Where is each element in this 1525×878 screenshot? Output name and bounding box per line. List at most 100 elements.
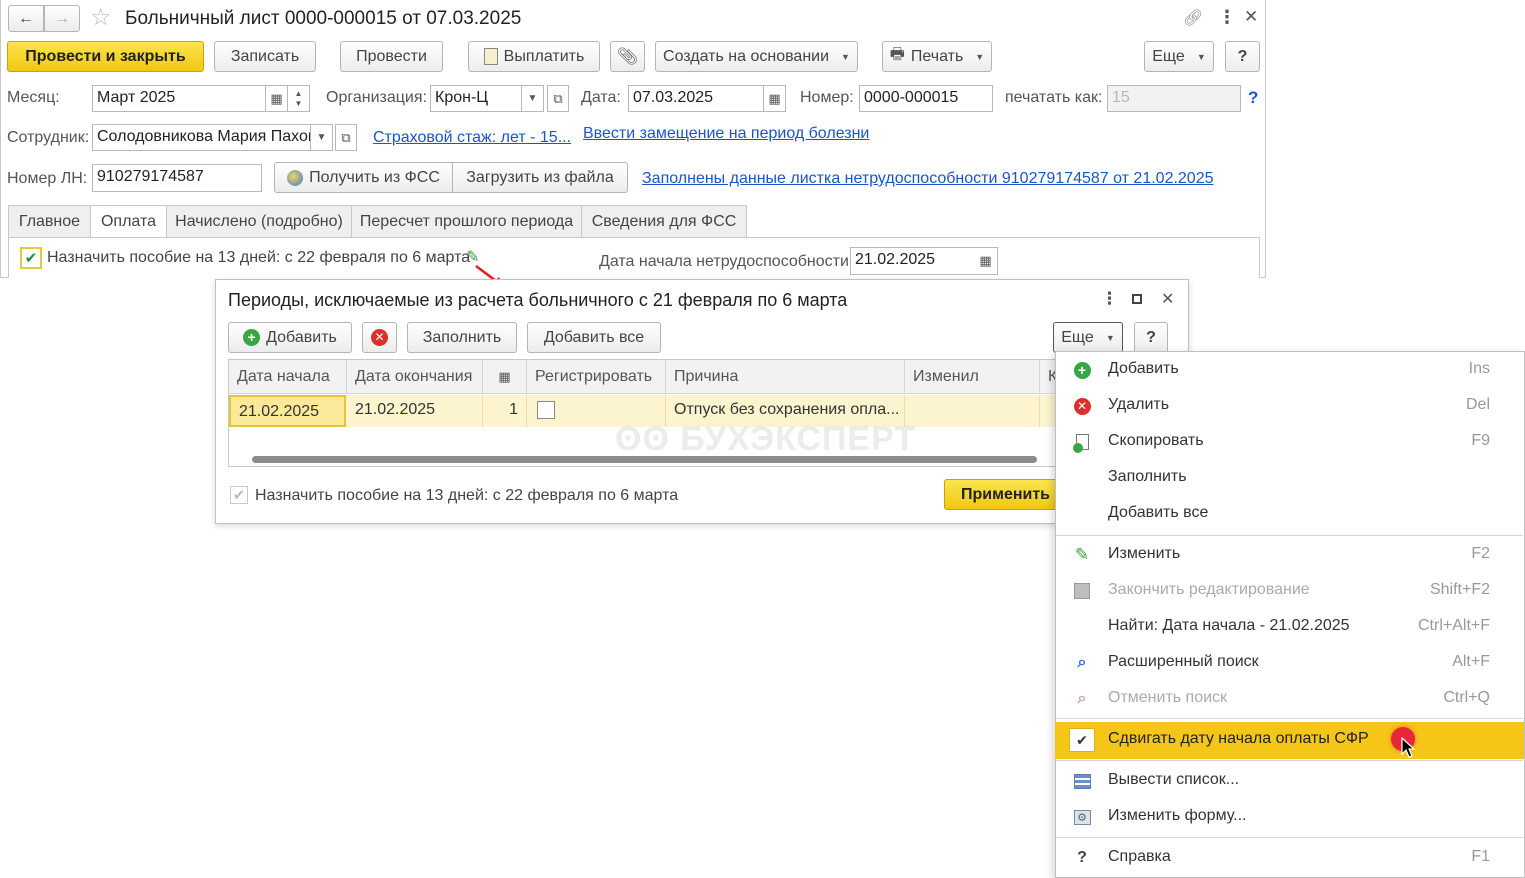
favorite-star-icon[interactable]: ☆ (90, 5, 112, 31)
month-field[interactable]: Март 2025 (92, 85, 266, 112)
pay-button[interactable]: Выплатить (468, 41, 600, 72)
replacement-link[interactable]: Ввести замещение на период болезни (583, 125, 869, 143)
dialog-add-all-button[interactable]: Добавить все (527, 322, 661, 353)
dialog-assign-benefit-label: Назначить пособие на 13 дней: с 22 февра… (255, 487, 679, 504)
dialog-fill-button[interactable]: Заполнить (407, 322, 517, 353)
cell-start-date[interactable]: 21.02.2025 (229, 395, 346, 427)
incapacity-start-field[interactable]: 21.02.2025 (850, 247, 975, 275)
month-label: Месяц: (7, 89, 60, 106)
output-list-icon (1073, 772, 1091, 790)
attach-button[interactable]: 📎︎ (610, 41, 645, 72)
menu-advanced-search[interactable]: ⌕ Расширенный поиск Alt+F (1055, 645, 1524, 681)
col-reason[interactable]: Причина (666, 360, 905, 394)
col-register[interactable]: Регистрировать (527, 360, 666, 394)
load-from-file-button[interactable]: Загрузить из файла (452, 162, 628, 193)
col-end-date[interactable]: Дата окончания (347, 360, 483, 394)
menu-find[interactable]: Найти: Дата начала - 21.02.2025 Ctrl+Alt… (1055, 609, 1524, 645)
menu-help[interactable]: ? Справка F1 (1055, 840, 1524, 876)
menu-copy-label: Скопировать (1108, 432, 1204, 449)
menu-fill-label: Заполнить (1108, 468, 1187, 485)
org-dropdown-icon[interactable]: ▼ (522, 85, 544, 112)
delete-icon: ✕ (371, 329, 388, 346)
menu-find-shortcut: Ctrl+Alt+F (1417, 617, 1490, 634)
post-button[interactable]: Провести (340, 41, 443, 72)
dialog-close-icon[interactable]: ✕ (1161, 289, 1174, 309)
calendar-icon: ▦ (498, 369, 511, 384)
dialog-add-label: Добавить (266, 328, 337, 346)
apply-button[interactable]: Применить (944, 479, 1064, 510)
menu-add-label: Добавить (1108, 360, 1179, 377)
dialog-delete-button[interactable]: ✕ (362, 322, 397, 353)
pay-button-label: Выплатить (503, 47, 585, 65)
get-from-fss-button[interactable]: Получить из ФСС (274, 162, 453, 193)
register-checkbox[interactable] (537, 401, 555, 419)
dialog-more-button[interactable]: Еще ▼ (1053, 322, 1123, 353)
employee-dropdown-icon[interactable]: ▼ (311, 124, 333, 151)
tab-main[interactable]: Главное (8, 205, 91, 237)
menu-help-label: Справка (1108, 848, 1171, 865)
date-field[interactable]: 07.03.2025 (628, 85, 764, 112)
employee-open-icon[interactable]: ⧉ (335, 124, 357, 151)
menu-add[interactable]: + Добавить Ins (1055, 352, 1524, 388)
help-button[interactable]: ? (1225, 41, 1260, 72)
menu-fill[interactable]: Заполнить (1055, 460, 1524, 496)
menu-add-all[interactable]: Добавить все (1055, 496, 1524, 532)
calendar-icon[interactable]: ▦ (266, 85, 288, 112)
org-open-icon[interactable]: ⧉ (547, 85, 569, 112)
link-icon[interactable]: 🔗︎ (1183, 8, 1203, 28)
col-days[interactable]: ▦ (483, 360, 527, 394)
number-field[interactable]: 0000-000015 (859, 85, 993, 112)
help-icon: ? (1077, 849, 1087, 866)
menu-shift-payment-date[interactable]: ✔ Сдвигать дату начала оплаты СФР (1055, 722, 1524, 759)
post-and-close-button[interactable]: Провести и закрыть (7, 41, 204, 72)
employee-field[interactable]: Солодовникова Мария Пахом (92, 124, 311, 151)
col-changed-by[interactable]: Изменил (905, 360, 1040, 394)
dialog-help-button[interactable]: ? (1134, 322, 1168, 353)
month-stepper[interactable]: ▲ ▼ (288, 85, 310, 112)
menu-change-form[interactable]: ⚙ Изменить форму... (1055, 799, 1524, 835)
tab-fss-info[interactable]: Сведения для ФСС (581, 205, 747, 237)
tab-accrued-detailed[interactable]: Начислено (подробно) (166, 205, 352, 237)
menu-advanced-search-shortcut: Alt+F (1452, 653, 1490, 670)
dialog-title: Периоды, исключаемые из расчета больничн… (228, 290, 848, 310)
menu-cancel-search-shortcut: Ctrl+Q (1443, 689, 1490, 706)
org-field[interactable]: Крон-Ц (430, 85, 522, 112)
create-based-button[interactable]: Создать на основании ▼ (655, 41, 858, 72)
cell-days[interactable]: 1 (483, 395, 527, 427)
back-button[interactable]: ← (8, 5, 44, 32)
menu-edit[interactable]: ✎ Изменить F2 (1055, 537, 1524, 573)
ln-field[interactable]: 910279174587 (92, 164, 262, 192)
dialog-more-dots-icon[interactable]: ⋮ (1101, 289, 1118, 309)
dialog-add-button[interactable]: + Добавить (228, 322, 352, 353)
forward-button[interactable]: → (44, 5, 80, 32)
print-button[interactable]: 🖶︎ Печать ▼ (882, 41, 992, 72)
calendar-icon[interactable]: ▦ (764, 85, 786, 112)
more-button[interactable]: Еще ▼ (1144, 41, 1214, 72)
filled-data-link[interactable]: Заполнены данные листка нетрудоспособнос… (642, 170, 1214, 188)
calendar-icon[interactable]: ▦ (974, 247, 998, 275)
save-button[interactable]: Записать (214, 41, 316, 72)
print-as-help-icon[interactable]: ? (1248, 88, 1258, 108)
menu-advanced-search-label: Расширенный поиск (1108, 653, 1259, 670)
menu-separator (1056, 837, 1523, 838)
menu-output-list[interactable]: Вывести список... (1055, 763, 1524, 799)
horizontal-scrollbar[interactable] (252, 456, 1037, 463)
insurance-experience-link[interactable]: Страховой стаж: лет - 15... (373, 129, 571, 147)
tab-payment[interactable]: Оплата (90, 205, 167, 238)
chevron-down-icon: ▼ (1105, 332, 1115, 343)
print-as-field[interactable]: 15 (1107, 85, 1241, 112)
watermark-owl-icon: ʘʘ (615, 420, 681, 458)
assign-benefit-checkbox[interactable]: ✔ (20, 247, 42, 269)
cell-changed-by[interactable] (905, 395, 1040, 427)
cell-end-date[interactable]: 21.02.2025 (347, 395, 483, 427)
copy-icon (1072, 433, 1091, 453)
menu-delete[interactable]: ✕ Удалить Del (1055, 388, 1524, 424)
date-label: Дата: (581, 89, 621, 106)
more-dots-icon[interactable]: ⋮ (1218, 7, 1236, 28)
watermark-text: БУХЭКСПЕРТ (680, 420, 917, 458)
close-icon[interactable]: ✕ (1244, 7, 1258, 27)
tab-recalc-past[interactable]: Пересчет прошлого периода (351, 205, 582, 237)
menu-copy[interactable]: Скопировать F9 (1055, 424, 1524, 460)
col-start-date[interactable]: Дата начала (229, 360, 347, 394)
maximize-icon[interactable] (1132, 294, 1142, 304)
